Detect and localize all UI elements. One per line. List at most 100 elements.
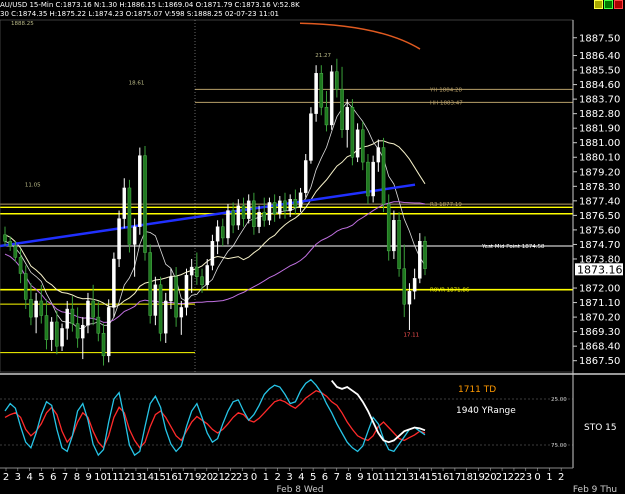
- candle-body: [49, 321, 54, 340]
- level-label: YH 1884.28: [429, 87, 462, 93]
- candle-body: [81, 324, 85, 339]
- x-tick-label: 2: [3, 472, 9, 483]
- y-tick-label: 1872.00: [579, 284, 620, 295]
- candle-body: [65, 308, 69, 329]
- candle-body: [205, 265, 209, 286]
- y-tick-label: 1883.70: [579, 95, 620, 106]
- candle-body: [210, 241, 215, 266]
- x-tick-label: 4: [298, 472, 304, 483]
- y-tick-label: 1876.50: [579, 211, 620, 222]
- y-tick-label: 1886.40: [579, 51, 620, 62]
- candlestick-pane: YH 1884.28HH 1883.47R3 1877.19Yest Mid P…: [0, 21, 573, 366]
- candle-body: [267, 202, 272, 221]
- candle-body: [23, 273, 28, 300]
- candle-body: [221, 226, 225, 239]
- candle-body: [55, 321, 59, 347]
- candle-body: [262, 211, 267, 221]
- y-tick-label: 1877.40: [579, 196, 620, 207]
- y-tick-label: 1881.00: [579, 138, 620, 149]
- y-tick-label: 1870.20: [579, 313, 620, 324]
- candle-body: [381, 147, 386, 205]
- price-annotation: 11.05: [25, 182, 41, 188]
- price-chart: YH 1884.28HH 1883.47R3 1877.19Yest Mid P…: [0, 19, 625, 494]
- candle-body: [174, 276, 178, 318]
- x-tick-label: 7: [334, 472, 340, 483]
- candle-body: [345, 106, 349, 130]
- candle-body: [272, 202, 277, 214]
- y-tick-label: 1874.70: [579, 240, 620, 251]
- candle-body: [392, 220, 396, 252]
- price-annotation: 21.27: [315, 53, 331, 59]
- candle-body: [86, 300, 90, 326]
- x-tick-label: 0: [534, 472, 540, 483]
- x-tick-label: 6: [322, 472, 328, 483]
- candle-body: [278, 200, 282, 214]
- y-tick-label: 1875.60: [579, 225, 620, 236]
- candle-body: [335, 71, 339, 90]
- candle-body: [132, 226, 137, 245]
- candle-body: [397, 220, 401, 269]
- candle-body: [117, 218, 121, 260]
- candle-body: [257, 211, 261, 227]
- candle-body: [376, 147, 381, 163]
- x-tick-label: 5: [310, 472, 316, 483]
- candle-body: [18, 257, 23, 274]
- candle-body: [44, 315, 49, 340]
- stochastic-pane: 25.00 75.00 1711 TD 1940 YRange STO 15: [0, 378, 617, 457]
- osc-tick-label: 75.00: [551, 443, 567, 449]
- candle-body: [70, 308, 75, 324]
- date-label: Feb 9 Thu: [573, 485, 617, 494]
- x-tick-label: 6: [50, 472, 56, 483]
- candle-body: [386, 203, 391, 252]
- x-tick-label: 8: [74, 472, 80, 483]
- y-tick-label: 1885.50: [579, 66, 620, 77]
- osc-label: 1711 TD: [458, 385, 496, 395]
- x-tick-label: 9: [86, 472, 92, 483]
- candle-body: [127, 187, 132, 245]
- candle-body: [158, 284, 163, 334]
- candle-body: [34, 300, 38, 318]
- x-tick-label: 3: [15, 472, 21, 483]
- x-tick-label: 23: [236, 472, 249, 483]
- candle-body: [288, 199, 292, 211]
- candle-body: [236, 205, 241, 226]
- candle-body: [60, 328, 64, 347]
- candle-body: [153, 284, 158, 316]
- candle-body: [106, 307, 111, 357]
- level-label: HH 1883.47: [430, 100, 463, 106]
- candle-body: [138, 155, 142, 227]
- candle-body: [13, 245, 18, 258]
- candle-body: [3, 234, 7, 242]
- y-tick-label: 1879.20: [579, 167, 620, 178]
- candle-body: [340, 89, 344, 130]
- candle-body: [246, 200, 251, 219]
- y-tick-label: 1887.50: [579, 33, 620, 44]
- osc-series-line: [4, 378, 426, 457]
- ma-line-cream: [4, 140, 426, 308]
- level-label: R0VR 1871.86: [430, 288, 470, 294]
- y-tick-label: 1884.60: [579, 80, 620, 91]
- x-tick-label: 0: [251, 472, 257, 483]
- candle-body: [163, 300, 168, 334]
- candle-body: [298, 192, 303, 208]
- axes: 1887.50 1886.40 1885.50 1884.60 1883.70 1882.…: [0, 19, 625, 494]
- candle-body: [355, 129, 360, 158]
- candle-body: [423, 241, 427, 269]
- candle-body: [329, 71, 334, 126]
- candle-body: [143, 155, 147, 253]
- x-tick-label: 23: [519, 472, 532, 483]
- x-tick-label: 1: [546, 472, 552, 483]
- x-tick-label: 8: [345, 472, 351, 483]
- candle-body: [226, 210, 230, 239]
- candle-body: [309, 113, 313, 161]
- y-tick-label: 1880.10: [579, 153, 620, 164]
- candle-body: [189, 266, 194, 276]
- y-tick-label: 1882.80: [579, 109, 620, 120]
- candle-body: [112, 258, 116, 308]
- x-tick-label: 5: [38, 472, 44, 483]
- y-tick-label: 1871.10: [579, 298, 620, 309]
- price-annotation: 17.11: [403, 332, 419, 338]
- candle-body: [371, 161, 375, 197]
- x-tick-label: 9: [357, 472, 363, 483]
- candle-body: [252, 200, 256, 227]
